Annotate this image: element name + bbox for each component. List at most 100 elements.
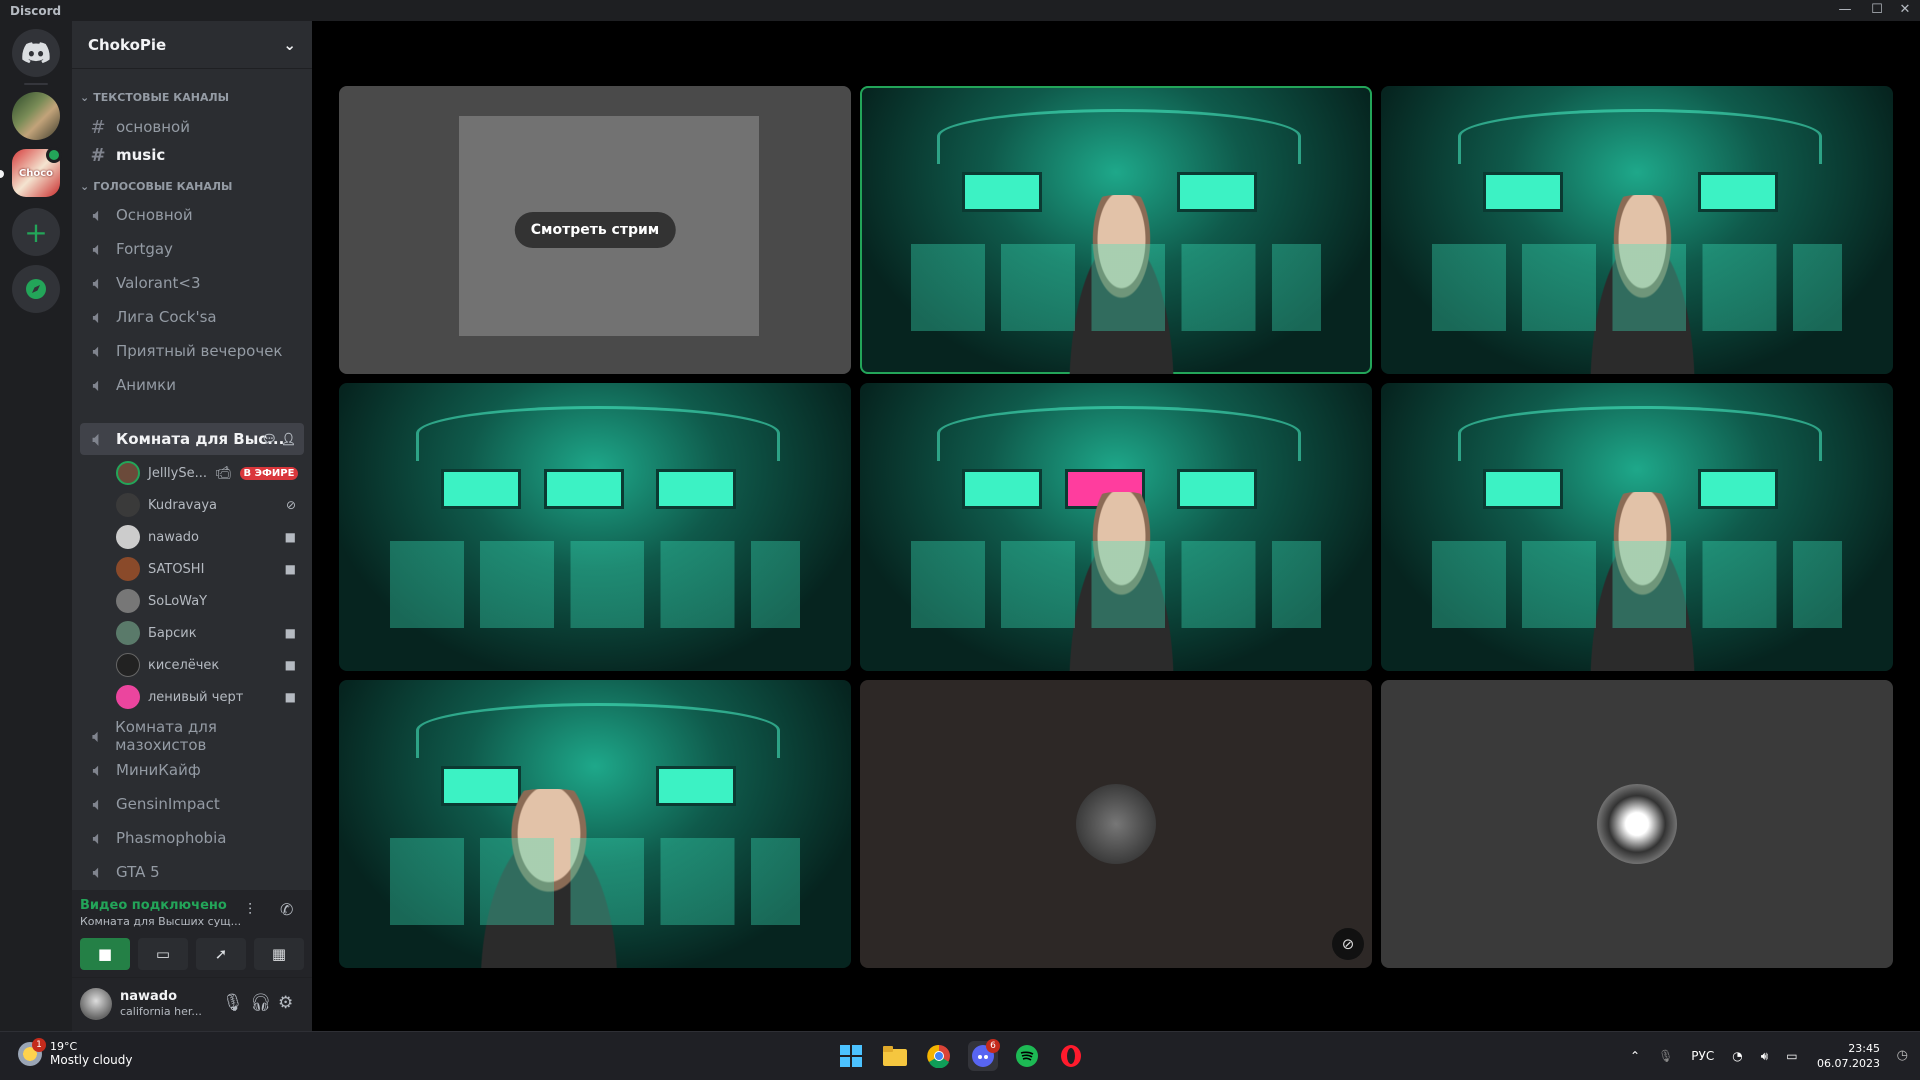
rocket-icon: ➚ xyxy=(214,945,228,963)
close-button[interactable]: ✕ xyxy=(1892,0,1918,21)
voice-channel-active[interactable]: 🔈︎ Комната для Выс... 💬︎ 👤︎ xyxy=(80,423,304,455)
discord-taskbar-icon[interactable]: 6 xyxy=(968,1039,1000,1071)
camera-button[interactable]: ■ xyxy=(80,938,130,970)
voice-channel-1[interactable]: 🔈︎ Fortgay xyxy=(80,233,304,265)
video-tile[interactable] xyxy=(860,383,1372,671)
camera-icon: ■ xyxy=(284,658,296,672)
noise-suppression-icon[interactable]: ⫶ xyxy=(248,900,252,920)
selected-pill xyxy=(0,170,4,178)
microphone-tray-icon[interactable]: 🎙︎ xyxy=(1658,1049,1673,1063)
camera-icon: 📹︎ xyxy=(215,465,232,481)
voice-user[interactable]: nawado ■ xyxy=(112,521,304,553)
opera-icon[interactable] xyxy=(1056,1041,1086,1071)
soundboard-button[interactable]: ▦ xyxy=(254,938,304,970)
maximize-button[interactable]: ☐ xyxy=(1864,0,1890,21)
notification-icon[interactable]: ◷ xyxy=(1897,1048,1908,1063)
server-icon-chokopie[interactable]: Choco xyxy=(12,147,62,197)
camera-icon: ■ xyxy=(284,690,296,704)
system-tray: ⌃ 🎙︎ РУС ◔ 🔊︎ ▭ xyxy=(1630,1032,1798,1080)
chrome-icon[interactable] xyxy=(924,1041,954,1071)
video-tile[interactable] xyxy=(339,680,851,968)
spotify-icon[interactable] xyxy=(1012,1041,1042,1071)
temperature: 19°C xyxy=(50,1040,78,1053)
avatar xyxy=(1597,784,1677,864)
weather-widget[interactable]: 1 19°C Mostly cloudy xyxy=(18,1037,133,1067)
disconnect-icon[interactable]: ✆ xyxy=(280,900,293,919)
speaker-icon: 🔈︎ xyxy=(92,272,104,294)
channel-label: основной xyxy=(116,118,190,136)
settings-gear-icon[interactable]: ⚙ xyxy=(278,993,293,1013)
avatar xyxy=(116,461,140,485)
microphone-icon[interactable]: 🎙︎ xyxy=(222,993,244,1013)
screen-share-button[interactable]: ▭ xyxy=(138,938,188,970)
voice-user[interactable]: SoLoWaY xyxy=(112,585,304,617)
clock[interactable]: 23:45 06.07.2023 xyxy=(1817,1041,1880,1071)
connection-room[interactable]: Комната для Высших сущ... xyxy=(80,915,241,928)
speaker-icon: 🔈︎ xyxy=(92,374,104,396)
avatar[interactable] xyxy=(80,988,112,1020)
stream-tile[interactable]: Смотреть стрим xyxy=(339,86,851,374)
voice-channel-7[interactable]: 🔈︎ МиниКайф xyxy=(80,754,304,786)
voice-channel-3[interactable]: 🔈︎ Лига Cock'sa xyxy=(80,301,304,333)
voice-channel-2[interactable]: 🔈︎ Valorant<3 xyxy=(80,267,304,299)
user-status: california her... xyxy=(120,1005,202,1018)
server-icon-1[interactable] xyxy=(12,92,60,140)
input-language[interactable]: РУС xyxy=(1691,1049,1714,1063)
invite-icon[interactable]: 👤︎ xyxy=(281,432,296,446)
minimize-button[interactable]: — xyxy=(1832,0,1858,21)
voice-user[interactable]: Kudravaya ⊘ xyxy=(112,489,304,521)
participant-video xyxy=(1575,492,1709,671)
volume-icon[interactable]: 🔊︎ xyxy=(1761,1049,1769,1064)
add-server-button[interactable]: + xyxy=(12,208,60,256)
voice-user[interactable]: киселёчек ■ xyxy=(112,649,304,681)
home-button[interactable] xyxy=(12,29,60,77)
voice-channel-6[interactable]: 🔈︎ Комната для мазохистов xyxy=(80,718,304,754)
speaker-icon: 🔈︎ xyxy=(92,428,104,450)
channel-text-1[interactable]: # music xyxy=(80,139,304,171)
voice-user[interactable]: Барсик ■ xyxy=(112,617,304,649)
wifi-icon[interactable]: ◔ xyxy=(1732,1049,1742,1063)
voice-channel-0[interactable]: 🔈︎ Основной xyxy=(80,199,304,231)
voice-channel-9[interactable]: 🔈︎ Phasmophobia xyxy=(80,822,304,854)
video-tile[interactable] xyxy=(1381,86,1893,374)
voice-user[interactable]: JelllySe... 📹︎ В ЭФИРЕ xyxy=(112,457,304,489)
battery-icon[interactable]: ▭ xyxy=(1786,1049,1797,1063)
avatar xyxy=(116,685,140,709)
voice-user[interactable]: ленивый черт ■ xyxy=(112,681,304,713)
server-header[interactable]: ChokoPie ⌄ xyxy=(72,21,312,69)
voice-user[interactable]: SATOSHI ■ xyxy=(112,553,304,585)
weather-icon: 1 xyxy=(18,1037,46,1066)
avatar-tile[interactable]: ⊘ xyxy=(860,680,1372,968)
chevron-down-icon: ⌄ xyxy=(283,35,296,54)
headphones-icon[interactable]: 🎧︎ xyxy=(250,993,272,1013)
activities-button[interactable]: ➚ xyxy=(196,938,246,970)
start-button[interactable] xyxy=(836,1041,866,1071)
category-text[interactable]: ⌄ ТЕКСТОВЫЕ КАНАЛЫ xyxy=(76,85,229,109)
user-name: nawado xyxy=(120,989,178,1004)
file-explorer-icon[interactable] xyxy=(880,1041,910,1071)
watch-stream-button[interactable]: Смотреть стрим xyxy=(514,212,676,248)
discord-logo-icon xyxy=(22,42,50,64)
chat-icon[interactable]: 💬︎ xyxy=(262,432,277,446)
category-voice[interactable]: ⌄ ГОЛОСОВЫЕ КАНАЛЫ xyxy=(76,174,232,198)
voice-channel-8[interactable]: 🔈︎ GensinImpact xyxy=(80,788,304,820)
voice-channel-4[interactable]: 🔈︎ Приятный вечерочек xyxy=(80,335,304,367)
video-tile[interactable] xyxy=(339,383,851,671)
connection-status: Видео подключено xyxy=(80,898,227,913)
video-tile[interactable] xyxy=(1381,383,1893,671)
channel-label: Лига Cock'sa xyxy=(116,308,217,326)
live-badge: В ЭФИРЕ xyxy=(239,466,299,480)
voice-channel-10[interactable]: 🔈︎ GTA 5 xyxy=(80,856,304,888)
voice-channel-5[interactable]: 🔈︎ Анимки xyxy=(80,369,304,401)
camera-icon: ■ xyxy=(284,562,296,576)
camera-icon: ■ xyxy=(284,626,296,640)
avatar-tile[interactable] xyxy=(1381,680,1893,968)
bg-screen xyxy=(543,469,624,510)
tray-chevron-icon[interactable]: ⌃ xyxy=(1630,1049,1640,1063)
live-badge-icon xyxy=(46,147,62,163)
mic-muted-icon: ⊘ xyxy=(285,498,296,512)
bg-screen xyxy=(962,469,1043,510)
video-tile[interactable] xyxy=(860,86,1372,374)
screen-share-icon: ▭ xyxy=(155,945,171,963)
explore-button[interactable] xyxy=(12,265,60,313)
